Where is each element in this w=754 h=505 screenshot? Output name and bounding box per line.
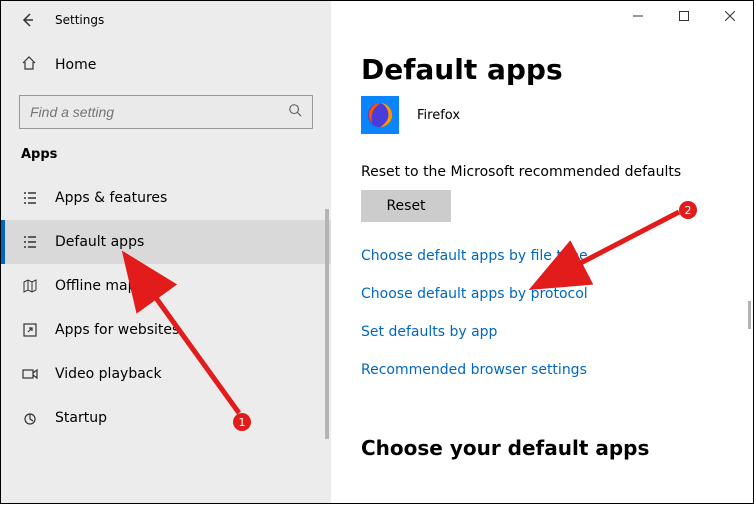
default-browser-name: Firefox <box>417 108 460 123</box>
minimize-button[interactable] <box>615 1 661 31</box>
link-choose-by-protocol[interactable]: Choose default apps by protocol <box>361 286 723 302</box>
reset-caption: Reset to the Microsoft recommended defau… <box>361 164 723 180</box>
sidebar-nav: Apps & features Default apps Offline map… <box>1 176 331 440</box>
maximize-icon <box>679 11 689 21</box>
search-icon <box>288 103 302 121</box>
default-apps-icon <box>21 234 39 250</box>
sidebar-home[interactable]: Home <box>1 45 331 85</box>
sidebar-item-label: Apps & features <box>55 190 167 206</box>
close-button[interactable] <box>707 1 753 31</box>
reset-button[interactable]: Reset <box>361 190 451 222</box>
subheading: Choose your default apps <box>361 436 723 460</box>
main-panel: Default apps Firefox Reset to the Micros… <box>331 1 753 503</box>
home-icon <box>21 55 39 75</box>
search-box[interactable] <box>19 95 313 129</box>
arrow-left-icon <box>19 12 35 28</box>
home-label: Home <box>55 57 96 73</box>
sidebar-item-offline-maps[interactable]: Offline maps <box>1 264 331 308</box>
firefox-icon <box>361 96 399 134</box>
sidebar-item-label: Video playback <box>55 366 162 382</box>
sidebar: Settings Home Apps Apps & features <box>1 1 331 503</box>
sidebar-item-default-apps[interactable]: Default apps <box>1 220 331 264</box>
main-scrollbar[interactable] <box>748 301 751 329</box>
link-choose-by-filetype[interactable]: Choose default apps by file type <box>361 248 723 264</box>
sidebar-section-heading: Apps <box>1 129 331 170</box>
back-button[interactable] <box>9 2 45 38</box>
map-icon <box>21 278 39 294</box>
sidebar-item-apps-websites[interactable]: Apps for websites <box>1 308 331 352</box>
list-icon <box>21 190 39 206</box>
link-set-defaults-by-app[interactable]: Set defaults by app <box>361 324 723 340</box>
default-browser-row[interactable]: Firefox <box>361 96 723 134</box>
sidebar-item-apps-features[interactable]: Apps & features <box>1 176 331 220</box>
minimize-icon <box>633 11 643 21</box>
sidebar-item-label: Apps for websites <box>55 322 179 338</box>
close-icon <box>725 11 735 21</box>
sidebar-item-label: Startup <box>55 410 107 426</box>
titlebar: Settings <box>1 1 331 39</box>
link-recommended-browser[interactable]: Recommended browser settings <box>361 362 723 378</box>
page-title: Default apps <box>361 53 723 86</box>
sidebar-item-video-playback[interactable]: Video playback <box>1 352 331 396</box>
video-icon <box>21 366 39 382</box>
sidebar-item-label: Offline maps <box>55 278 144 294</box>
sidebar-item-label: Default apps <box>55 234 144 250</box>
sidebar-scrollbar[interactable] <box>325 209 329 439</box>
window-controls <box>615 1 753 31</box>
window-title: Settings <box>55 13 104 27</box>
startup-icon <box>21 410 39 426</box>
sidebar-item-startup[interactable]: Startup <box>1 396 331 440</box>
search-input[interactable] <box>30 104 288 120</box>
open-icon <box>21 322 39 338</box>
maximize-button[interactable] <box>661 1 707 31</box>
